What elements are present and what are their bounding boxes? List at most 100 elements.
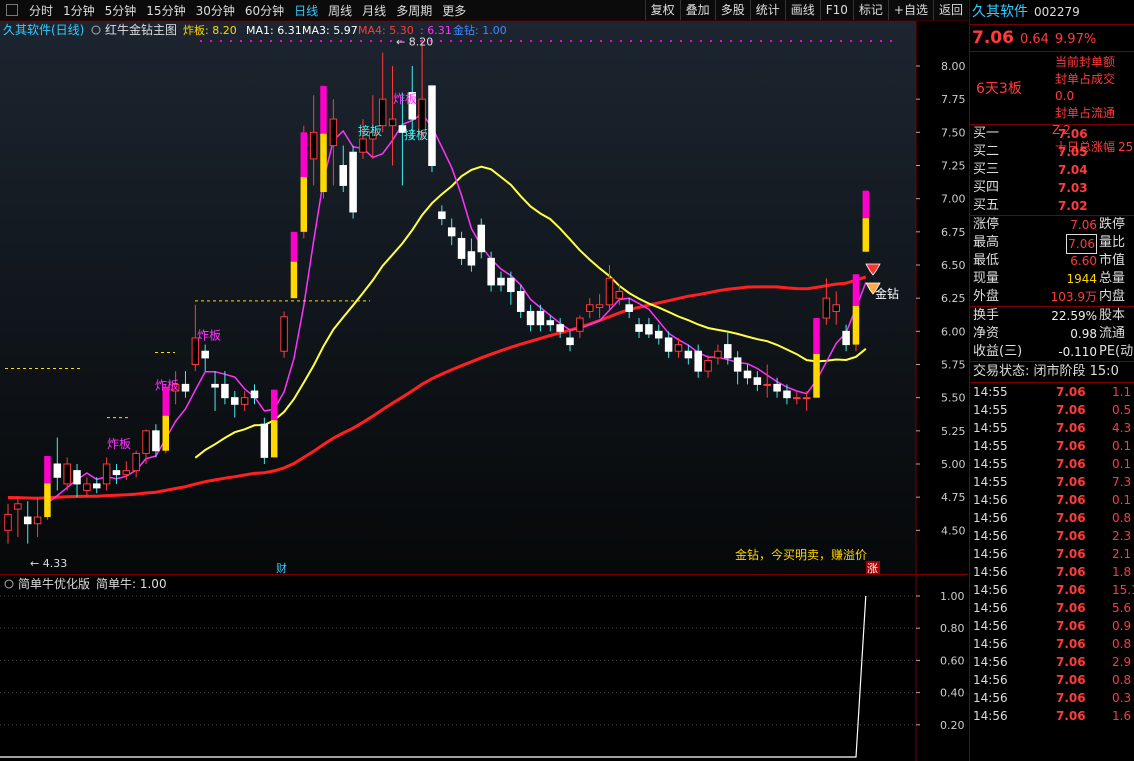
period-tab-10[interactable]: 更多 (437, 2, 471, 19)
trade-row[interactable]: 14:56 7.06 5.6 (970, 599, 1134, 617)
legend-indicator[interactable]: 红牛金钻主图 (105, 22, 177, 37)
trade-volume: 0.1 (1112, 457, 1132, 471)
trade-row[interactable]: 14:56 7.06 15.1 (970, 581, 1134, 599)
bid-row[interactable]: 买一 7.06 (970, 125, 1134, 143)
bid-price: 7.03 (1058, 181, 1088, 195)
tool-button-5[interactable]: F10 (819, 0, 853, 20)
period-tab-7[interactable]: 周线 (323, 2, 357, 19)
window-square-icon[interactable] (6, 4, 18, 16)
trade-row[interactable]: 14:56 7.06 0.8 (970, 509, 1134, 527)
candle[interactable] (320, 85, 327, 199)
period-toolbar: 分时 1分钟 5分钟 15分钟 30分钟 60分钟 日线 周线 月线 多周期 更多 复权 叠加 多股 统计… (0, 0, 968, 21)
period-tab-0[interactable]: 分时 (24, 2, 58, 19)
trade-row[interactable]: 14:55 7.06 0.1 (970, 437, 1134, 455)
bid-price: 7.06 (1058, 127, 1088, 141)
stat-row: 现量 1944 总量 (970, 270, 1134, 288)
candle[interactable] (852, 274, 860, 352)
seal-item: 封单占成交 0.0 (1052, 71, 1134, 105)
y-tick-label: 5.75 (941, 359, 966, 372)
tool-button-6[interactable]: 标记 (852, 0, 888, 20)
chart-annotation: 炸板 (107, 437, 131, 451)
bid-row[interactable]: 买三 7.04 (970, 161, 1134, 179)
main-kline-chart[interactable]: 8.00 7.75 7.50 7.25 7.00 6.75 6.50 6.25 6.00 5.75… (0, 21, 968, 575)
trade-row[interactable]: 14:55 7.06 0.5 (970, 401, 1134, 419)
trade-volume: 2.3 (1112, 529, 1132, 543)
tick-trades-list[interactable]: 14:55 7.06 1.1 14:55 7.06 0.5 14:55 7.06 4.3 14:5… (970, 383, 1134, 725)
candle[interactable] (44, 456, 51, 520)
trade-price: 7.06 (1056, 511, 1086, 525)
trade-price: 7.06 (1056, 385, 1086, 399)
trade-row[interactable]: 14:56 7.06 0.8 (970, 635, 1134, 653)
trade-row[interactable]: 14:56 7.06 2.1 (970, 545, 1134, 563)
low-price-label: ← 4.33 (30, 557, 67, 570)
tool-button-4[interactable]: 画线 (784, 0, 820, 20)
seal-item-value: 0.0 (1055, 89, 1075, 103)
candle[interactable] (270, 389, 278, 458)
trade-row[interactable]: 14:56 7.06 0.9 (970, 617, 1134, 635)
legend-item: 炸板: 8.20 (183, 23, 237, 37)
tool-button-0[interactable]: 复权 (644, 0, 680, 20)
trade-row[interactable]: 14:55 7.06 4.3 (970, 419, 1134, 437)
stat-value: 7.06 (1066, 234, 1097, 254)
period-tab-2[interactable]: 5分钟 (100, 2, 142, 19)
trade-row[interactable]: 14:55 7.06 0.1 (970, 455, 1134, 473)
candle[interactable] (428, 85, 436, 173)
tool-button-3[interactable]: 统计 (749, 0, 785, 20)
trade-volume: 0.5 (1112, 403, 1132, 417)
candle[interactable] (162, 384, 170, 454)
trade-row[interactable]: 14:56 7.06 2.9 (970, 653, 1134, 671)
bid-list: 买一 7.06 买二 7.05 买三 7.04 买四 7.03 买五 7.02 (970, 125, 1134, 216)
candle[interactable] (260, 417, 269, 464)
legend-item: MA1: 6.31 (246, 24, 302, 37)
period-tab-5[interactable]: 60分钟 (240, 2, 289, 19)
trade-price: 7.06 (1056, 439, 1086, 453)
bid-row[interactable]: 买五 7.02 (970, 197, 1134, 215)
trade-time: 14:56 (973, 565, 1008, 579)
period-tab-4[interactable]: 30分钟 (191, 2, 240, 19)
trade-row[interactable]: 14:55 7.06 1.1 (970, 383, 1134, 401)
trade-row[interactable]: 14:56 7.06 1.6 (970, 707, 1134, 725)
candle[interactable] (813, 318, 820, 398)
bid-row[interactable]: 买二 7.05 (970, 143, 1134, 161)
trade-row[interactable]: 14:56 7.06 0.1 (970, 491, 1134, 509)
trade-price: 7.06 (1056, 673, 1086, 687)
trade-price: 7.06 (1056, 421, 1086, 435)
period-tab-6[interactable]: 日线 (289, 2, 323, 19)
period-tab-9[interactable]: 多周期 (391, 2, 437, 19)
trade-price: 7.06 (1056, 709, 1086, 723)
tool-button-2[interactable]: 多股 (714, 0, 750, 20)
sub-indicator-title[interactable]: 简单牛优化版 (18, 576, 90, 591)
stat-row: 涨停 7.06 跌停 (970, 216, 1134, 234)
candle[interactable] (300, 125, 308, 239)
trade-row[interactable]: 14:56 7.06 1.8 (970, 563, 1134, 581)
sub-indicator-chart[interactable]: 1.00 0.80 0.60 0.40 0.20 简单牛优化版 简单牛: 1.00 (0, 576, 968, 761)
trade-row[interactable]: 14:56 7.06 0.8 (970, 671, 1134, 689)
candle[interactable] (280, 311, 288, 358)
candle[interactable] (862, 190, 870, 252)
tool-button-8[interactable]: 返回 (932, 0, 968, 20)
stat-value: 22.59% (1051, 309, 1097, 323)
limit-up-marker[interactable]: 涨 (867, 562, 878, 575)
tool-button-7[interactable]: +自选 (887, 0, 933, 20)
stat-label: 收益(三) (973, 344, 1023, 359)
price-row: 7.06 0.64 9.97% (970, 25, 1134, 52)
period-tab-8[interactable]: 月线 (357, 2, 391, 19)
strategy-note: 金钻，今买明卖，赚溢价 (735, 547, 867, 562)
tool-button-1[interactable]: 叠加 (679, 0, 715, 20)
stock-header: 久其软件 002279 (970, 0, 1134, 25)
seal-item-label: 当前封单额 (1055, 55, 1116, 69)
period-tab-1[interactable]: 1分钟 (58, 2, 100, 19)
candle[interactable] (349, 145, 357, 219)
finance-marker[interactable]: 财 (276, 561, 287, 575)
stat-value: 0.98 (1070, 327, 1097, 341)
bid-row[interactable]: 买四 7.03 (970, 179, 1134, 197)
stat-row: 收益(三) -0.110PE(动) (970, 343, 1134, 361)
candle[interactable] (290, 231, 298, 299)
period-tab-3[interactable]: 15分钟 (141, 2, 190, 19)
trade-time: 14:56 (973, 547, 1008, 561)
trade-row[interactable]: 14:56 7.06 0.3 (970, 689, 1134, 707)
stock-name[interactable]: 久其软件 (970, 4, 1028, 20)
sub-y-tick: 1.00 (940, 590, 965, 603)
trade-row[interactable]: 14:55 7.06 7.3 (970, 473, 1134, 491)
trade-row[interactable]: 14:56 7.06 2.3 (970, 527, 1134, 545)
